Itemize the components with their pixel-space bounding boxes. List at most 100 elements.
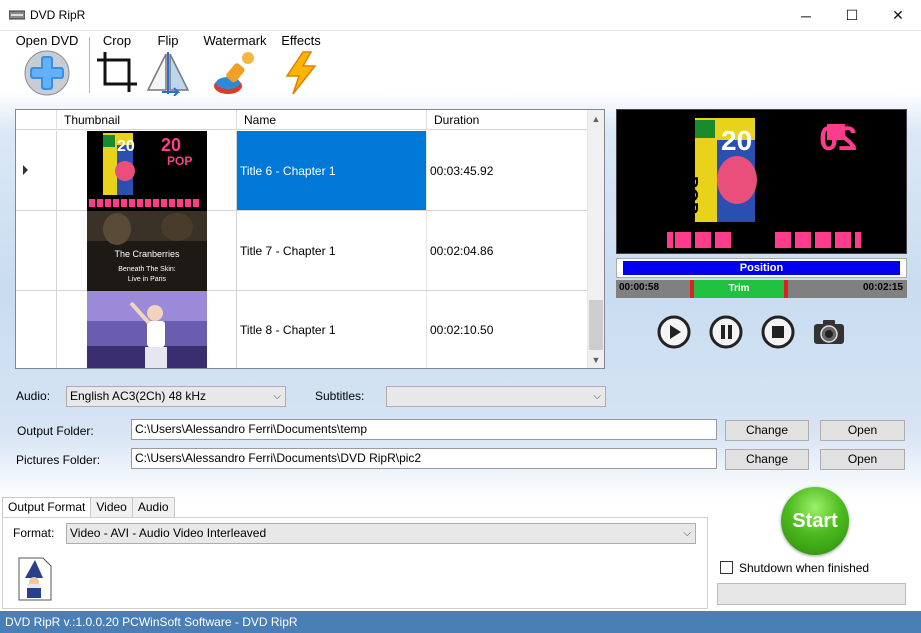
scroll-up-icon[interactable]: ▲ (588, 110, 604, 127)
crop-icon (97, 52, 137, 92)
camera-icon[interactable] (812, 315, 846, 349)
thumb2-line3: Live in Paris (128, 276, 167, 283)
title-bar: DVD RipR ─ ☐ ✕ (0, 0, 921, 31)
play-icon[interactable] (657, 315, 691, 349)
row-header-column (16, 110, 57, 130)
format-select-value: Video - AVI - Audio Video Interleaved (70, 526, 267, 540)
format-select[interactable]: Video - AVI - Audio Video Interleaved ⌵ (66, 523, 696, 544)
subtitles-label: Subtitles: (315, 389, 365, 403)
pictures-change-button[interactable]: Change (725, 449, 809, 470)
row-selector[interactable] (16, 291, 57, 368)
minimize-button[interactable]: ─ (783, 0, 829, 31)
output-open-button[interactable]: Open (820, 420, 905, 441)
table-row[interactable]: The Cranberries Beneath The Skin: Live i… (16, 211, 588, 291)
name-cell[interactable]: Title 8 - Chapter 1 (237, 291, 427, 368)
trim-range[interactable]: Trim (690, 280, 788, 298)
scroll-down-icon[interactable]: ▼ (588, 351, 604, 368)
flip-button[interactable]: Flip (144, 33, 192, 96)
name-cell[interactable]: Title 7 - Chapter 1 (237, 211, 427, 290)
preview-number: 20 (721, 125, 752, 156)
start-button[interactable]: Start (781, 487, 849, 555)
output-format-panel: Format: Video - AVI - Audio Video Interl… (2, 517, 708, 609)
open-dvd-label: Open DVD (15, 33, 79, 48)
thumbnail-cell: 20 20 POP (57, 131, 237, 211)
flip-icon (146, 52, 190, 96)
chevron-down-icon: ⌵ (593, 391, 601, 402)
tab-audio[interactable]: Audio (131, 497, 175, 517)
output-folder-field[interactable]: C:\Users\Alessandro Ferri\Documents\temp (131, 419, 717, 440)
output-change-button[interactable]: Change (725, 420, 809, 441)
effects-label: Effects (281, 33, 321, 48)
chevron-down-icon: ⌵ (273, 391, 281, 402)
thumbnail-pop-cover: 20 20 POP (87, 131, 207, 211)
column-header-name[interactable]: Name (237, 110, 427, 130)
open-dvd-button[interactable]: Open DVD (10, 33, 84, 96)
grid-scrollbar[interactable]: ▲ ▼ (587, 110, 604, 368)
crop-label: Crop (102, 33, 132, 48)
name-cell[interactable]: Title 6 - Chapter 1 (237, 131, 427, 210)
trim-slider[interactable]: 00:00:58 Trim 00:02:15 (616, 280, 907, 298)
position-label: Position (623, 261, 900, 275)
duration-cell[interactable]: 00:03:45.92 (427, 131, 567, 210)
thumbnail-image: The Cranberries Beneath The Skin: Live i… (87, 211, 207, 291)
status-bar: DVD RipR v.:1.0.0.20 PCWinSoft Software … (0, 611, 921, 633)
row-selector[interactable] (16, 211, 57, 290)
main-area: Open DVD Crop Flip Watermark Effects Thu… (0, 31, 921, 611)
pictures-folder-label: Pictures Folder: (16, 453, 101, 467)
tab-output-format[interactable]: Output Format (2, 497, 92, 518)
tab-video[interactable]: Video (90, 497, 133, 517)
subtitles-select[interactable]: ⌵ (386, 386, 606, 407)
audio-select[interactable]: English AC3(2Ch) 48 kHz ⌵ (66, 386, 286, 407)
dvd-drive-icon (9, 10, 25, 20)
thumbnail-cranberries-cover: The Cranberries Beneath The Skin: Live i… (87, 211, 207, 291)
watermark-button[interactable]: Watermark (200, 33, 270, 95)
thumbnail-image (87, 291, 207, 368)
chevron-down-icon: ⌵ (683, 528, 691, 539)
audio-label: Audio: (16, 389, 51, 403)
effects-button[interactable]: Effects (278, 33, 324, 95)
stop-icon[interactable] (761, 315, 795, 349)
stamp-icon (214, 52, 254, 94)
crop-button[interactable]: Crop (94, 33, 140, 95)
grid-header: Thumbnail Name Duration (16, 110, 588, 130)
scroll-thumb[interactable] (589, 300, 603, 350)
video-preview: 20 POP 20 (616, 109, 907, 254)
audio-select-value: English AC3(2Ch) 48 kHz (70, 389, 207, 403)
titles-grid[interactable]: Thumbnail Name Duration 20 20 POP Title … (15, 109, 605, 369)
table-row[interactable]: 20 20 POP Title 6 - Chapter 1 00:03:45.9… (16, 131, 588, 211)
column-header-thumbnail[interactable]: Thumbnail (57, 110, 237, 130)
shutdown-checkbox[interactable] (720, 561, 733, 574)
thumb2-line2: Beneath The Skin: (118, 266, 176, 273)
flip-label: Flip (157, 33, 179, 48)
format-label: Format: (13, 526, 55, 540)
preview-frame: 20 POP 20 (617, 110, 906, 253)
thumb2-band: The Cranberries (114, 249, 180, 259)
window-title: DVD RipR (30, 8, 86, 22)
shutdown-label: Shutdown when finished (739, 561, 870, 575)
pictures-open-button[interactable]: Open (820, 449, 905, 470)
close-button[interactable]: ✕ (875, 0, 921, 31)
wizard-icon[interactable] (17, 556, 53, 602)
thumb1-pop: POP (167, 154, 192, 168)
thumbnail-image: 20 20 POP (87, 131, 207, 211)
thumbnail-cell (57, 291, 237, 368)
toolbar-separator (89, 37, 90, 93)
duration-cell[interactable]: 00:02:10.50 (427, 291, 567, 368)
pause-icon[interactable] (709, 315, 743, 349)
thumb1-number-pink: 20 (161, 135, 181, 155)
column-header-duration[interactable]: Duration (427, 110, 567, 130)
trim-start-time: 00:00:58 (619, 282, 660, 293)
progress-bar (717, 583, 906, 605)
lightning-icon (285, 51, 317, 95)
disc-add-icon (24, 50, 70, 96)
output-folder-label: Output Folder: (17, 424, 94, 438)
watermark-label: Watermark (203, 33, 267, 48)
current-row-icon (23, 165, 28, 175)
thumbnail-cell: The Cranberries Beneath The Skin: Live i… (57, 211, 237, 291)
duration-cell[interactable]: 00:02:04.86 (427, 211, 567, 290)
pictures-folder-field[interactable]: C:\Users\Alessandro Ferri\Documents\DVD … (131, 448, 717, 469)
position-slider[interactable]: Position (616, 258, 907, 278)
table-row[interactable]: Title 8 - Chapter 1 00:02:10.50 (16, 291, 588, 368)
maximize-button[interactable]: ☐ (829, 0, 875, 31)
row-selector[interactable] (16, 131, 57, 210)
